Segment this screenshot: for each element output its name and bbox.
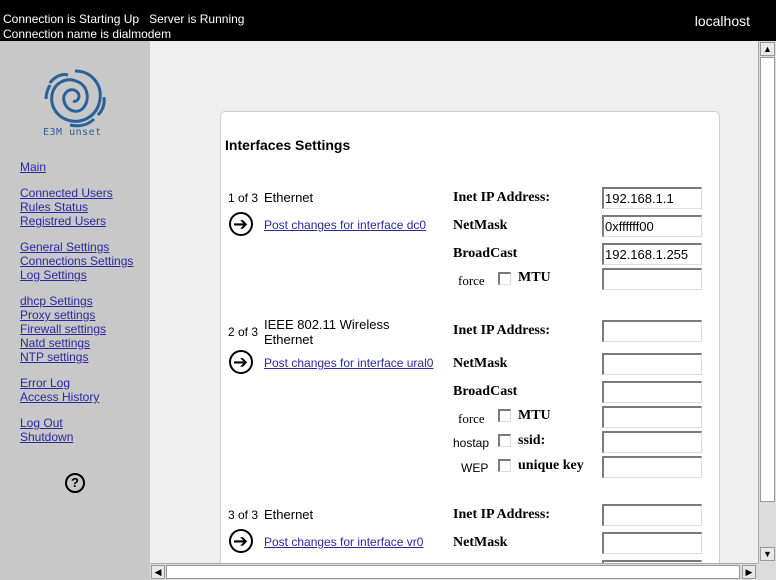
help-icon[interactable]: ? — [65, 473, 85, 493]
vertical-scrollbar[interactable]: ▲ ▼ — [758, 41, 776, 563]
scrollbar-corner — [758, 563, 776, 580]
ssid-label: ssid: — [518, 433, 546, 448]
nav-access-history[interactable]: Access History — [20, 390, 99, 404]
horizontal-scrollbar[interactable]: ◀ ▶ — [150, 563, 758, 580]
mtu-label: MTU — [518, 270, 551, 285]
interface-count: 2 of 3 — [228, 325, 259, 339]
main-content: Interfaces Settings 1 of 3 Ethernet ➔ Po… — [150, 41, 758, 563]
horizontal-scroll-thumb[interactable] — [166, 565, 740, 579]
post-changes-dc0-link[interactable]: Post changes for interface dc0 — [264, 218, 426, 232]
unique-key-label: unique key — [518, 458, 584, 473]
nav-connections-settings[interactable]: Connections Settings — [20, 254, 133, 268]
ip-field[interactable] — [602, 504, 702, 526]
nav-rules-status[interactable]: Rules Status — [20, 200, 88, 214]
netmask-label: NetMask — [453, 218, 508, 233]
arrow-right-icon[interactable]: ➔ — [229, 350, 253, 374]
logo-text: E3M unset — [43, 127, 102, 138]
wep-checkbox[interactable] — [498, 459, 511, 472]
scroll-left-icon[interactable]: ◀ — [151, 565, 165, 579]
force-checkbox[interactable] — [498, 409, 511, 422]
ip-label: Inet IP Address: — [453, 323, 550, 338]
interface-name: Ethernet — [264, 190, 314, 205]
nav-general-settings[interactable]: General Settings — [20, 240, 109, 254]
scroll-down-icon[interactable]: ▼ — [760, 547, 775, 561]
mtu-field[interactable] — [602, 268, 702, 290]
ssid-field[interactable] — [602, 431, 702, 453]
hostap-checkbox[interactable] — [498, 434, 511, 447]
force-label: force — [458, 411, 485, 426]
sidebar: E3M unset Main Connected Users Rules Sta… — [0, 41, 150, 580]
unique-key-field[interactable] — [602, 456, 702, 478]
netmask-label: NetMask — [453, 535, 508, 550]
broadcast-field[interactable] — [602, 381, 702, 403]
netmask-field[interactable]: 0xffffff00 — [602, 215, 702, 237]
mtu-label: MTU — [518, 408, 551, 423]
nav-error-log[interactable]: Error Log — [20, 376, 70, 390]
interface-name: Ethernet — [264, 507, 314, 522]
ip-field[interactable] — [602, 320, 702, 342]
ip-label: Inet IP Address: — [453, 507, 550, 522]
interface-name: IEEE 802.11 Wireless Ethernet — [264, 317, 390, 347]
wep-label: WEP — [461, 461, 489, 475]
hostap-label: hostap — [453, 436, 490, 450]
scroll-up-icon[interactable]: ▲ — [760, 42, 775, 56]
mtu-field[interactable] — [602, 406, 702, 428]
netmask-field[interactable] — [602, 532, 702, 554]
status-bar: Connection is Starting Up Server is Runn… — [0, 0, 776, 41]
netmask-field[interactable] — [602, 353, 702, 375]
arrow-right-icon[interactable]: ➔ — [229, 212, 253, 236]
broadcast-label: BroadCast — [453, 384, 518, 399]
netmask-label: NetMask — [453, 356, 508, 371]
broadcast-label: BroadCast — [453, 246, 518, 261]
connection-status: Connection is Starting Up Server is Runn… — [3, 12, 245, 26]
interface-count: 1 of 3 — [228, 191, 259, 205]
interfaces-panel: Interfaces Settings 1 of 3 Ethernet ➔ Po… — [220, 111, 720, 563]
nav-log-settings[interactable]: Log Settings — [20, 268, 87, 282]
post-changes-vr0-link[interactable]: Post changes for interface vr0 — [264, 535, 423, 549]
e3m-logo — [44, 69, 106, 128]
force-label: force — [458, 273, 485, 288]
ip-label: Inet IP Address: — [453, 190, 550, 205]
hostname: localhost — [694, 13, 750, 29]
nav-proxy-settings[interactable]: Proxy settings — [20, 308, 95, 322]
broadcast-field[interactable]: 192.168.1.255 — [602, 243, 702, 265]
nav-dhcp-settings[interactable]: dhcp Settings — [20, 294, 93, 308]
nav-shutdown[interactable]: Shutdown — [20, 430, 73, 444]
nav-registred-users[interactable]: Registred Users — [20, 214, 106, 228]
ip-field[interactable]: 192.168.1.1 — [602, 187, 702, 209]
nav-firewall-settings[interactable]: Firewall settings — [20, 322, 106, 336]
interface-count: 3 of 3 — [228, 508, 259, 522]
vertical-scroll-thumb[interactable] — [760, 57, 775, 502]
page-title: Interfaces Settings — [225, 137, 351, 153]
nav-log-out[interactable]: Log Out — [20, 416, 63, 430]
nav-ntp-settings[interactable]: NTP settings — [20, 350, 88, 364]
force-checkbox[interactable] — [498, 272, 511, 285]
nav-main[interactable]: Main — [20, 160, 46, 174]
nav-connected-users[interactable]: Connected Users — [20, 186, 113, 200]
connection-name: Connection name is dialmodem — [3, 27, 172, 41]
post-changes-ural0-link[interactable]: Post changes for interface ural0 — [264, 356, 433, 370]
scroll-right-icon[interactable]: ▶ — [742, 565, 756, 579]
arrow-right-icon[interactable]: ➔ — [229, 529, 253, 553]
nav-natd-settings[interactable]: Natd settings — [20, 336, 90, 350]
